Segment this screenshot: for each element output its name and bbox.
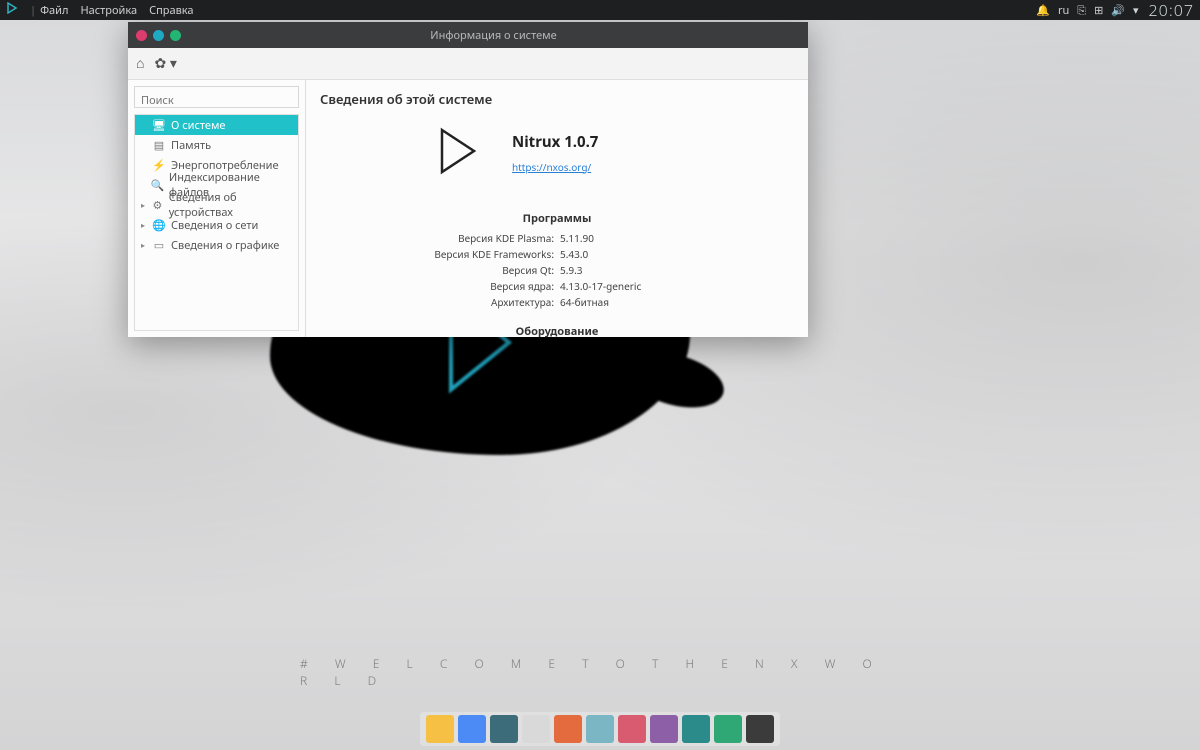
menu-file[interactable]: Файл bbox=[40, 3, 68, 18]
info-value: 5.43.0 bbox=[560, 246, 730, 262]
menu-settings[interactable]: Настройка bbox=[80, 3, 137, 18]
battery-icon: ⚡ bbox=[151, 158, 167, 173]
sidebar-item-label: Память bbox=[171, 138, 211, 153]
window-close-button[interactable] bbox=[136, 30, 147, 41]
search-container bbox=[134, 86, 299, 108]
separator: | bbox=[30, 3, 36, 18]
app-menu-logo[interactable] bbox=[6, 2, 18, 18]
os-logo-icon bbox=[430, 124, 484, 183]
clock[interactable]: 20:07 bbox=[1149, 0, 1194, 21]
wallpaper-tagline: # W E L C O M E T O T H E N X W O R L D bbox=[300, 655, 900, 689]
index-icon: 🔍 bbox=[150, 178, 165, 193]
clipboard-icon[interactable]: ⎘ bbox=[1077, 3, 1086, 18]
dock-item-settings[interactable] bbox=[682, 715, 710, 743]
system-info-window: Информация о системе ⌂ ✿ ▾ 🖥 О системе ▤ Па… bbox=[128, 22, 808, 337]
sidebar: 🖥О системе▤Память⚡Энергопотребление🔍Инде… bbox=[128, 80, 306, 337]
info-key: Версия ядра: bbox=[384, 278, 554, 294]
programs-heading: Программы bbox=[320, 211, 794, 226]
dock-item-chromium[interactable] bbox=[458, 715, 486, 743]
info-value: 5.9.3 bbox=[560, 262, 730, 278]
display-icon: ▭ bbox=[151, 238, 167, 253]
sidebar-item-display[interactable]: ▸▭ Сведения о графике bbox=[135, 235, 298, 255]
network-icon: 🌐 bbox=[151, 218, 167, 233]
chevron-right-icon: ▸ bbox=[141, 220, 151, 231]
sidebar-list: 🖥О системе▤Память⚡Энергопотребление🔍Инде… bbox=[134, 114, 299, 331]
chevron-right-icon: ▸ bbox=[141, 200, 150, 211]
window-minimize-button[interactable] bbox=[153, 30, 164, 41]
dock bbox=[420, 712, 780, 746]
dock-item-terminal[interactable] bbox=[490, 715, 518, 743]
info-value: 4.13.0-17-generic bbox=[560, 278, 730, 294]
os-url-link[interactable]: https://nxos.org/ bbox=[512, 160, 591, 174]
sidebar-item-label: Сведения об устройствах bbox=[169, 190, 292, 220]
sidebar-item-monitor[interactable]: 🖥 О системе bbox=[135, 115, 298, 135]
sidebar-item-memory[interactable]: ▤ Память bbox=[135, 135, 298, 155]
volume-icon[interactable]: 🔊 bbox=[1111, 3, 1125, 18]
info-key: Архитектура: bbox=[384, 294, 554, 310]
content-heading: Сведения об этой системе bbox=[320, 90, 794, 108]
network-icon[interactable]: ⊞ bbox=[1094, 3, 1103, 18]
dock-item-audio[interactable] bbox=[650, 715, 678, 743]
window-maximize-button[interactable] bbox=[170, 30, 181, 41]
titlebar[interactable]: Информация о системе bbox=[128, 22, 808, 48]
device-icon: ⚙ bbox=[150, 198, 165, 213]
info-row: Архитектура: 64-битная bbox=[320, 294, 794, 310]
monitor-icon: 🖥 bbox=[151, 118, 167, 133]
toolbar-home-icon[interactable]: ⌂ bbox=[136, 54, 144, 73]
menu-help[interactable]: Справка bbox=[149, 3, 193, 18]
toolbar-config-icon[interactable]: ✿ ▾ bbox=[154, 54, 176, 73]
search-input[interactable] bbox=[135, 91, 298, 111]
sidebar-item-label: О системе bbox=[171, 118, 225, 133]
toolbar: ⌂ ✿ ▾ bbox=[128, 48, 808, 80]
tray-expand-icon[interactable]: ▾ bbox=[1133, 3, 1139, 18]
info-key: Версия KDE Frameworks: bbox=[384, 246, 554, 262]
keyboard-layout[interactable]: ru bbox=[1058, 3, 1069, 18]
info-value: 64-битная bbox=[560, 294, 730, 310]
dock-item-software[interactable] bbox=[618, 715, 646, 743]
dock-item-calendar[interactable] bbox=[522, 715, 550, 743]
window-title: Информация о системе bbox=[187, 28, 800, 43]
notification-icon[interactable]: 🔔 bbox=[1036, 3, 1050, 18]
dock-item-editor[interactable] bbox=[554, 715, 582, 743]
desktop: | Файл Настройка Справка 🔔 ru ⎘ ⊞ 🔊 ▾ 20… bbox=[0, 0, 1200, 750]
dock-item-text[interactable] bbox=[714, 715, 742, 743]
hardware-heading: Оборудование bbox=[320, 324, 794, 337]
memory-icon: ▤ bbox=[151, 138, 167, 153]
dock-item-index[interactable] bbox=[586, 715, 614, 743]
info-key: Версия KDE Plasma: bbox=[384, 230, 554, 246]
sidebar-item-label: Сведения о графике bbox=[171, 238, 279, 253]
info-value: 5.11.90 bbox=[560, 230, 730, 246]
info-row: Версия KDE Frameworks: 5.43.0 bbox=[320, 246, 794, 262]
info-row: Версия ядра: 4.13.0-17-generic bbox=[320, 278, 794, 294]
top-panel: | Файл Настройка Справка 🔔 ru ⎘ ⊞ 🔊 ▾ 20… bbox=[0, 0, 1200, 20]
info-row: Версия Qt: 5.9.3 bbox=[320, 262, 794, 278]
info-key: Версия Qt: bbox=[384, 262, 554, 278]
chevron-right-icon: ▸ bbox=[141, 240, 151, 251]
dock-item-video[interactable] bbox=[746, 715, 774, 743]
dock-item-files[interactable] bbox=[426, 715, 454, 743]
sidebar-item-label: Сведения о сети bbox=[171, 218, 258, 233]
info-row: Версия KDE Plasma: 5.11.90 bbox=[320, 230, 794, 246]
os-name: Nitrux 1.0.7 bbox=[512, 132, 598, 152]
content-pane: Сведения об этой системе Nitrux 1.0.7 ht… bbox=[306, 80, 808, 337]
sidebar-item-device[interactable]: ▸⚙Сведения об устройствах bbox=[135, 195, 298, 215]
